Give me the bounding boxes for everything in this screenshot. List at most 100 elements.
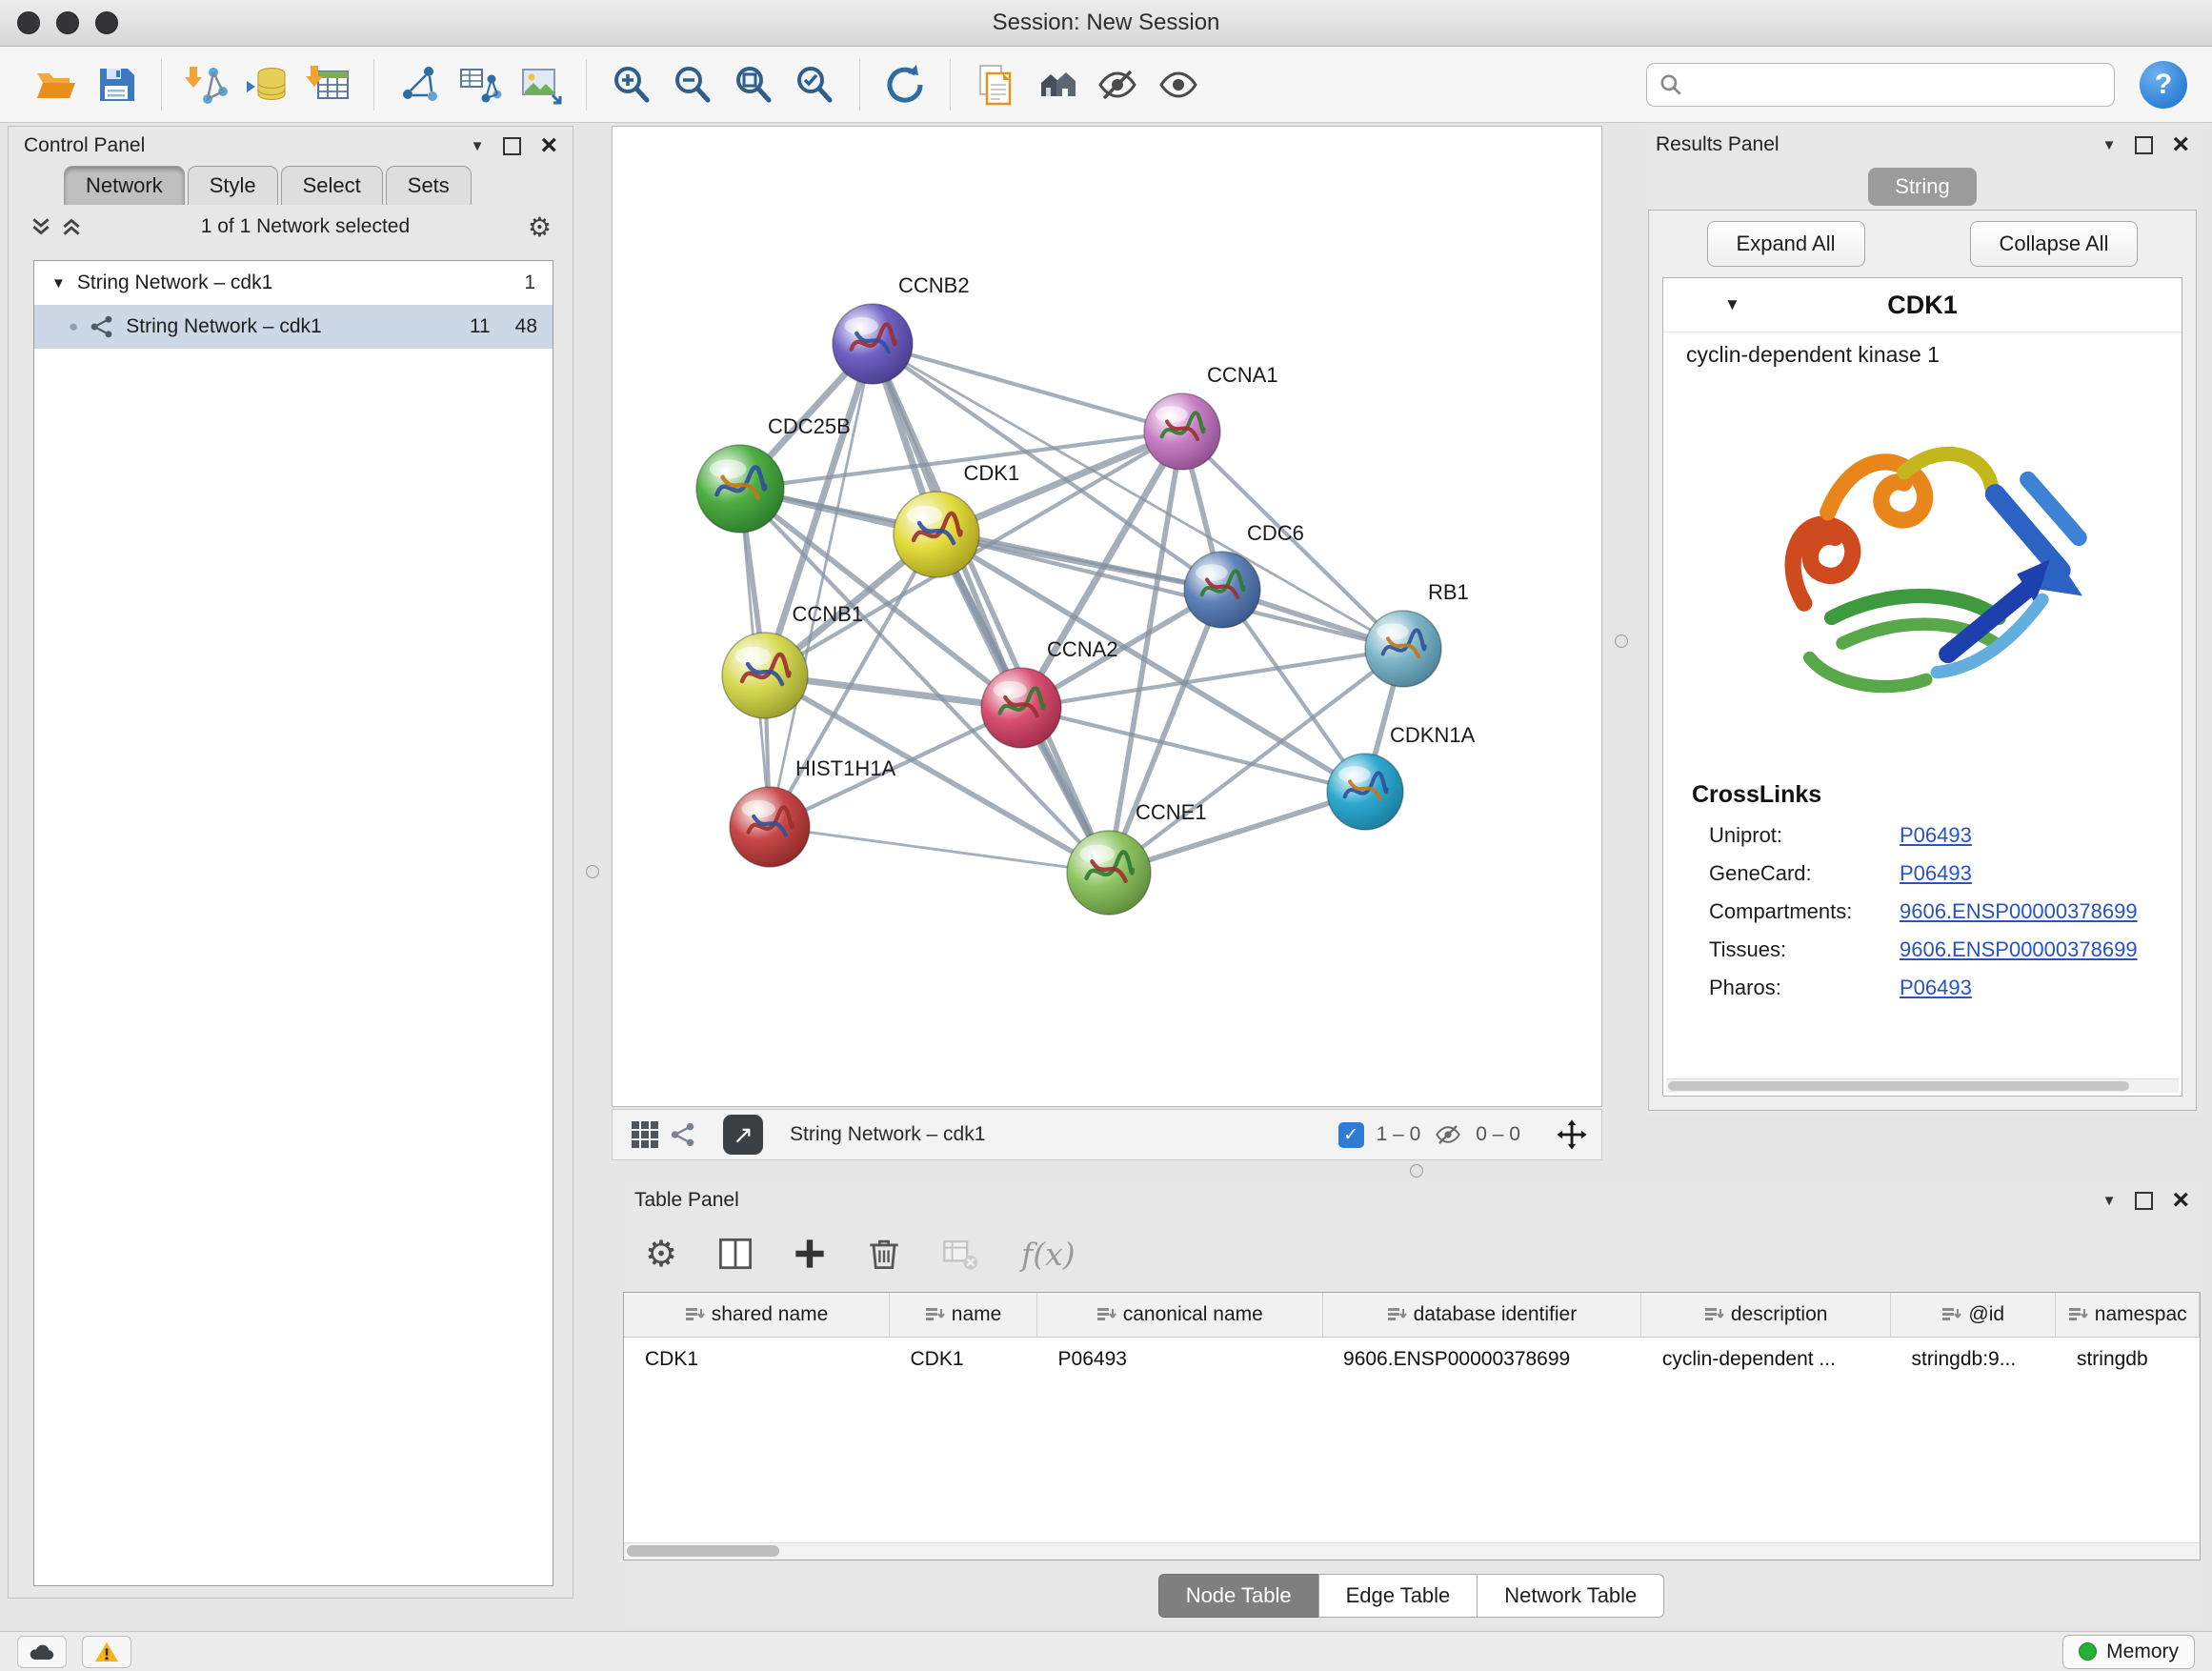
column-header-canonical-name[interactable]: canonical name	[1037, 1293, 1322, 1338]
database-icon	[245, 62, 291, 108]
crosslink-value-link[interactable]: P06493	[1900, 976, 1972, 1000]
network-options-gear-icon[interactable]: ⚙	[528, 211, 552, 243]
selected-checkbox-icon[interactable]: ✓	[1338, 1122, 1364, 1148]
panel-close-icon[interactable]: ×	[2172, 1191, 2189, 1210]
crosslink-value-link[interactable]: 9606.ENSP00000378699	[1900, 937, 2138, 962]
tab-select[interactable]: Select	[281, 166, 383, 205]
import-network-database-button[interactable]	[240, 57, 295, 112]
new-network-from-table-button[interactable]	[452, 57, 508, 112]
table-cell[interactable]: stringdb:9...	[1891, 1338, 2056, 1382]
collection-expand-icon[interactable]: ▼	[51, 275, 66, 292]
crosslink-value-link[interactable]: 9606.ENSP00000378699	[1900, 899, 2138, 924]
open-session-button[interactable]	[28, 57, 83, 112]
zoom-window-button[interactable]	[95, 11, 118, 34]
export-image-button[interactable]	[513, 57, 569, 112]
search-input[interactable]	[1691, 72, 2102, 97]
bottom-splitter-handle[interactable]	[1410, 1164, 1423, 1178]
zoom-fit-button[interactable]	[726, 57, 781, 112]
network-edge[interactable]	[770, 827, 1109, 873]
column-header-namespac[interactable]: namespac	[2056, 1293, 2200, 1338]
show-graphics-details-button[interactable]	[1151, 57, 1206, 112]
section-collapse-icon[interactable]: ▼	[1724, 295, 1740, 314]
network-table-icon	[457, 62, 503, 108]
help-button[interactable]: ?	[2140, 61, 2187, 109]
tab-sets[interactable]: Sets	[386, 166, 472, 205]
table-cell[interactable]: CDK1	[890, 1338, 1037, 1382]
copy-document-button[interactable]	[968, 57, 1023, 112]
expand-all-button[interactable]: Expand All	[1707, 221, 1865, 267]
panel-float-icon[interactable]	[2135, 136, 2153, 154]
zoom-in-button[interactable]	[604, 57, 659, 112]
warnings-button[interactable]	[82, 1636, 131, 1668]
apply-layout-button[interactable]	[877, 57, 933, 112]
right-splitter-handle[interactable]	[1615, 634, 1628, 648]
tab-style[interactable]: Style	[188, 166, 278, 205]
panel-float-icon[interactable]	[2135, 1192, 2153, 1210]
table-cell[interactable]: stringdb	[2056, 1338, 2200, 1382]
tab-string[interactable]: String	[1868, 168, 1976, 206]
delete-column-button[interactable]	[859, 1229, 909, 1278]
network-edge[interactable]	[873, 344, 1109, 873]
network-edge[interactable]	[873, 344, 1182, 432]
check-icon: ✓	[1343, 1124, 1358, 1146]
tab-edge-table[interactable]: Edge Table	[1318, 1574, 1478, 1618]
search-box[interactable]	[1646, 63, 2115, 107]
network-row-selected[interactable]: ● String Network – cdk1 11 48	[34, 305, 553, 349]
panel-menu-icon[interactable]: ▼	[2102, 1193, 2117, 1209]
birdseye-toggle-button[interactable]: ↗	[723, 1115, 763, 1155]
function-builder-button[interactable]: f(x)	[1021, 1236, 1076, 1273]
import-network-file-button[interactable]	[179, 57, 234, 112]
zoom-selected-button[interactable]	[787, 57, 842, 112]
column-header-name[interactable]: name	[890, 1293, 1037, 1338]
table-options-button[interactable]: ⚙	[636, 1229, 686, 1278]
import-table-button[interactable]	[301, 57, 356, 112]
column-header--id[interactable]: @id	[1891, 1293, 2056, 1338]
results-horizontal-scrollbar[interactable]	[1666, 1078, 2179, 1093]
left-splitter-handle[interactable]	[586, 865, 599, 878]
network-collection-row[interactable]: ▼ String Network – cdk1 1	[34, 261, 553, 305]
show-columns-button[interactable]	[711, 1229, 760, 1278]
table-horizontal-scrollbar[interactable]	[624, 1542, 2200, 1560]
pan-tool-button[interactable]	[1556, 1118, 1588, 1151]
share-network-button[interactable]	[664, 1116, 702, 1154]
cloud-status-button[interactable]	[17, 1636, 67, 1668]
zoom-out-icon	[670, 62, 715, 108]
collection-count: 1	[524, 272, 535, 294]
new-network-button[interactable]	[392, 57, 447, 112]
panel-menu-icon[interactable]: ▼	[471, 138, 485, 154]
collapse-all-button[interactable]: Collapse All	[1970, 221, 2139, 267]
crosslink-value-link[interactable]: P06493	[1900, 861, 1972, 886]
column-header-database-identifier[interactable]: database identifier	[1322, 1293, 1641, 1338]
network-canvas[interactable]: CCNB2CCNA1CDC25BCDK1CDC6RB1CCNB1CCNA2CDK…	[612, 126, 1602, 1107]
crosslink-value-link[interactable]: P06493	[1900, 823, 1972, 848]
minimize-window-button[interactable]	[56, 11, 79, 34]
hidden-eye-slash-icon[interactable]	[1433, 1122, 1463, 1147]
panel-close-icon[interactable]: ×	[2172, 135, 2189, 154]
zoom-out-button[interactable]	[665, 57, 720, 112]
collapse-all-icon[interactable]	[30, 215, 52, 238]
add-column-button[interactable]	[785, 1229, 835, 1278]
table-cell[interactable]: CDK1	[624, 1338, 890, 1382]
table-cell[interactable]: 9606.ENSP00000378699	[1322, 1338, 1641, 1382]
panel-close-icon[interactable]: ×	[540, 136, 557, 155]
tab-network[interactable]: Network	[64, 166, 185, 205]
network-view-title: String Network – cdk1	[790, 1123, 985, 1146]
tab-network-table[interactable]: Network Table	[1477, 1574, 1664, 1618]
table-cell[interactable]: P06493	[1037, 1338, 1322, 1382]
tab-node-table[interactable]: Node Table	[1158, 1574, 1319, 1618]
memory-button[interactable]: Memory	[2062, 1635, 2195, 1669]
protein-section-header[interactable]: ▼ CDK1	[1663, 278, 2182, 332]
close-window-button[interactable]	[17, 11, 40, 34]
table-row[interactable]: CDK1CDK1P064939606.ENSP00000378699cyclin…	[624, 1338, 2200, 1382]
panel-float-icon[interactable]	[503, 137, 521, 155]
column-header-shared-name[interactable]: shared name	[624, 1293, 890, 1338]
panel-menu-icon[interactable]: ▼	[2102, 137, 2117, 153]
table-cell[interactable]: cyclin-dependent ...	[1641, 1338, 1891, 1382]
home-view-button[interactable]	[1029, 57, 1084, 112]
hide-graphics-details-button[interactable]	[1090, 57, 1145, 112]
expand-all-icon[interactable]	[60, 215, 83, 238]
grid-view-button[interactable]	[626, 1116, 664, 1154]
column-header-description[interactable]: description	[1641, 1293, 1891, 1338]
crosslink-row: Pharos:P06493	[1663, 969, 2182, 1007]
save-session-button[interactable]	[89, 57, 144, 112]
